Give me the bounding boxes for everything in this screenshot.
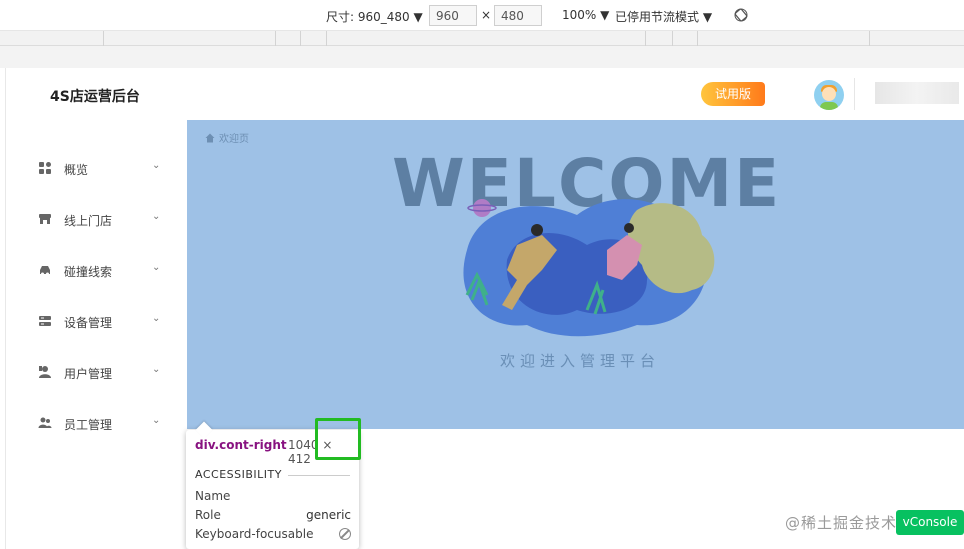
sidebar-item-label: 员工管理	[64, 418, 113, 432]
accessibility-heading: ACCESSIBILITY	[195, 468, 282, 481]
chevron-down-icon: ⌄	[152, 313, 161, 324]
dimensions-dropdown[interactable]: 尺寸: 960_480 ▼	[326, 8, 423, 25]
chevron-down-icon: ⌄	[152, 211, 161, 222]
zoom-dropdown[interactable]: 100% ▼	[562, 8, 609, 22]
sidebar: 概览 ⌄ 线上门店 ⌄ 碰撞线索 ⌄ 设备管理 ⌄ 用户管理 ⌄ 员工管理 ⌄	[6, 120, 187, 549]
device-toolbar: 尺寸: 960_480 ▼ 960 × 480 100% ▼ 已停用节流模式 ▼	[0, 0, 964, 31]
sidebar-item-label: 设备管理	[64, 316, 113, 330]
throttle-dropdown[interactable]: 已停用节流模式 ▼	[615, 8, 712, 25]
chevron-down-icon: ⌄	[152, 415, 161, 426]
sidebar-item-online-store[interactable]: 线上门店 ⌄	[6, 200, 187, 240]
dashboard-icon	[39, 162, 51, 174]
accessibility-row-keyboard-focusable: Keyboard-focusable	[195, 527, 351, 541]
cont-right: 欢迎页 WELCOME 欢迎进入管理平台	[187, 120, 964, 429]
app-logo: 4S店运营后台	[50, 89, 140, 105]
sidebar-item-user-management[interactable]: 用户管理 ⌄	[6, 353, 187, 393]
rotate-icon[interactable]	[734, 8, 748, 22]
user-manage-icon	[39, 366, 51, 378]
device-icon	[39, 316, 51, 326]
app-page: 4S店运营后台 试用版 概览 ⌄ 线上门店 ⌄ 碰撞线索 ⌄ 设备管理 ⌄ 用户…	[5, 68, 964, 549]
sidebar-item-overview[interactable]: 概览 ⌄	[6, 149, 187, 189]
sidebar-item-label: 碰撞线索	[64, 265, 113, 279]
not-allowed-icon	[339, 528, 351, 540]
chevron-down-icon: ⌄	[152, 262, 161, 273]
avatar[interactable]	[814, 80, 844, 110]
car-icon	[40, 266, 50, 276]
sidebar-item-device-management[interactable]: 设备管理 ⌄	[6, 302, 187, 342]
breadcrumb[interactable]: 欢迎页	[205, 130, 249, 145]
element-selector: div.cont-right	[195, 438, 287, 452]
dimension-highlight-box	[315, 418, 361, 460]
app-header: 4S店运营后台 试用版	[6, 68, 964, 120]
media-query-bar	[0, 31, 964, 46]
welcome-subtitle: 欢迎进入管理平台	[500, 352, 661, 370]
trial-badge[interactable]: 试用版	[701, 82, 765, 106]
accessibility-row-role: Role generic	[195, 508, 351, 522]
welcome-illustration	[463, 199, 715, 337]
width-input[interactable]: 960	[429, 5, 477, 26]
sidebar-item-label: 线上门店	[64, 214, 113, 228]
chevron-down-icon: ⌄	[152, 160, 161, 171]
sidebar-item-label: 用户管理	[64, 367, 113, 381]
sidebar-item-label: 概览	[64, 163, 89, 177]
section-divider	[288, 475, 350, 476]
vconsole-button[interactable]: vConsole	[896, 510, 964, 535]
staff-icon	[38, 417, 52, 428]
devtools-element-tooltip: div.cont-right 1040 × 412 ACCESSIBILITY …	[186, 418, 361, 549]
breadcrumb-label: 欢迎页	[219, 134, 249, 145]
store-icon	[39, 214, 51, 224]
viewport-margin	[0, 46, 964, 68]
sidebar-item-collision-leads[interactable]: 碰撞线索 ⌄	[6, 251, 187, 291]
height-input[interactable]: 480	[494, 5, 542, 26]
chevron-down-icon: ⌄	[152, 364, 161, 375]
sidebar-item-staff-management[interactable]: 员工管理 ⌄	[6, 404, 187, 444]
username-redacted[interactable]	[875, 82, 959, 104]
home-icon	[205, 133, 215, 143]
accessibility-row-name: Name	[195, 489, 231, 503]
times-sign: ×	[481, 8, 492, 22]
header-divider	[854, 78, 855, 110]
